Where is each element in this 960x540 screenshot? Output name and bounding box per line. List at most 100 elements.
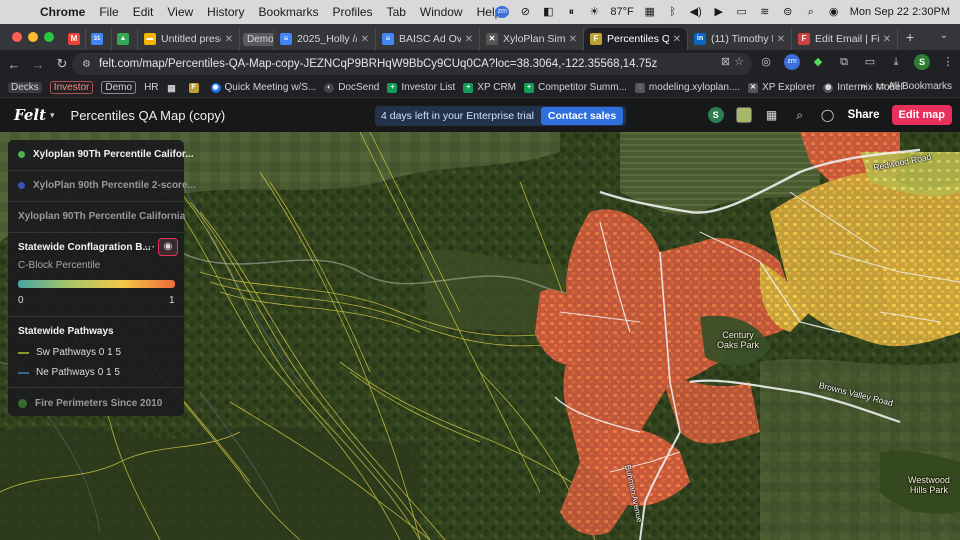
tab-untitled-presentation[interactable]: ▬ Untitled presenta ✕ bbox=[138, 28, 240, 50]
comment-icon[interactable]: ◯ bbox=[820, 107, 836, 123]
more-bookmarks-icon[interactable]: » bbox=[861, 81, 867, 92]
address-bar[interactable]: ⚙ felt.com/map/Percentiles-QA-Map-copy-J… bbox=[72, 53, 752, 75]
search-icon[interactable]: ⌕ bbox=[804, 6, 818, 18]
bookmark-label: Investor List bbox=[401, 82, 456, 93]
table-icon[interactable]: ▦ bbox=[764, 107, 780, 123]
legend-layer-xyloplan-california[interactable]: Xyloplan 90Th Percentile California bbox=[18, 211, 185, 222]
bookmark-felt[interactable]: F bbox=[188, 82, 203, 93]
map-title[interactable]: Percentiles QA Map (copy) bbox=[71, 108, 226, 123]
grid-icon[interactable]: ▦ bbox=[643, 6, 657, 18]
menubar-datetime[interactable]: Mon Sep 22 2:30PM bbox=[850, 6, 950, 18]
extension-ring-icon[interactable]: ◎ bbox=[758, 54, 774, 70]
extensions-puzzle-icon[interactable]: ⧉ bbox=[836, 54, 852, 70]
site-info-icon[interactable]: ⚙ bbox=[82, 59, 91, 70]
legend-layer-conflagration[interactable]: Statewide Conflagration B... bbox=[18, 242, 151, 253]
legend-item-ne-pathways[interactable]: Ne Pathways 0 1 5 bbox=[18, 367, 120, 378]
siri-icon[interactable]: ◉ bbox=[827, 6, 841, 18]
tab-baisc-ad[interactable]: ≡ BAISC Ad Overv ✕ bbox=[376, 28, 480, 50]
bookmark-decks[interactable]: Decks bbox=[8, 82, 42, 93]
close-tab-icon[interactable]: ✕ bbox=[361, 34, 369, 45]
extension-zoom-icon[interactable]: zm bbox=[784, 54, 800, 70]
menu-app-name[interactable]: Chrome bbox=[40, 5, 85, 19]
bookmark-modeling[interactable]: ◌ modeling.xyloplan.... bbox=[634, 82, 740, 93]
forward-icon[interactable]: → bbox=[28, 57, 48, 72]
extension-green-icon[interactable]: ◆ bbox=[810, 54, 826, 70]
maximize-window-icon[interactable] bbox=[44, 32, 54, 42]
weather-temp[interactable]: 87°F bbox=[610, 6, 633, 18]
legend-item-sw-pathways[interactable]: Sw Pathways 0 1 5 bbox=[18, 347, 121, 358]
bookmark-xp-crm[interactable]: + XP CRM bbox=[463, 82, 516, 93]
bookmark-competitor[interactable]: + Competitor Summ... bbox=[524, 82, 627, 93]
battery-icon[interactable]: ▭ bbox=[735, 6, 749, 18]
wifi-icon[interactable]: ≋ bbox=[758, 6, 772, 18]
close-tab-icon[interactable]: ✕ bbox=[883, 34, 891, 45]
minimize-window-icon[interactable] bbox=[28, 32, 38, 42]
bag-icon[interactable]: ◧ bbox=[541, 6, 555, 18]
bookmark-investor-list[interactable]: + Investor List bbox=[387, 82, 455, 93]
back-icon[interactable]: ← bbox=[4, 57, 24, 72]
legend-group-pathways[interactable]: Statewide Pathways bbox=[18, 326, 114, 337]
slash-icon[interactable]: ⊘ bbox=[518, 6, 532, 18]
close-tab-icon[interactable]: ✕ bbox=[777, 34, 785, 45]
close-tab-icon[interactable]: ✕ bbox=[673, 34, 681, 45]
collaborator-avatar[interactable]: S bbox=[707, 107, 724, 123]
share-button[interactable]: Share bbox=[848, 109, 880, 121]
reload-icon[interactable]: ↻ bbox=[52, 56, 72, 72]
more-options-icon[interactable]: ⋯ bbox=[144, 240, 155, 253]
all-bookmarks[interactable]: ▭ All Bookmarks bbox=[876, 81, 952, 92]
tab-group-demo[interactable]: Demo bbox=[240, 28, 274, 50]
legend-layer-xyloplan-90th-california[interactable]: Xyloplan 90Th Percentile Califor... bbox=[18, 149, 194, 160]
bookmark-docsend[interactable]: ◐ DocSend bbox=[324, 82, 379, 93]
download-icon[interactable]: ⤓ bbox=[888, 54, 904, 70]
legend-layer-xyloplan-2-score[interactable]: XyloPlan 90th Percentile 2-score... bbox=[18, 180, 196, 191]
tab-xyloplan-sim[interactable]: ✕ XyloPlan Simula ✕ bbox=[480, 28, 584, 50]
menu-file[interactable]: File bbox=[99, 5, 118, 19]
url-text[interactable]: felt.com/map/Percentiles-QA-Map-copy-JEZ… bbox=[99, 58, 657, 70]
pause-icon[interactable]: ⏸ bbox=[564, 6, 578, 18]
no-tracking-icon[interactable]: ⊠ bbox=[721, 55, 730, 68]
bookmark-investor[interactable]: Investor bbox=[49, 81, 94, 94]
edit-map-button[interactable]: Edit map bbox=[891, 105, 952, 125]
menu-view[interactable]: View bbox=[167, 5, 193, 19]
chevron-down-icon[interactable]: ▾ bbox=[50, 110, 55, 121]
tab-drive[interactable]: ▲ bbox=[112, 28, 138, 50]
menu-window[interactable]: Window bbox=[420, 5, 463, 19]
tab-timothy[interactable]: in (11) Timothy Me ✕ bbox=[688, 28, 792, 50]
legend-layer-fire-perimeters[interactable]: Fire Perimeters Since 2010 bbox=[18, 398, 162, 409]
eye-icon[interactable]: ◉ bbox=[158, 238, 178, 256]
menu-edit[interactable]: Edit bbox=[133, 5, 154, 19]
profile-avatar[interactable]: S bbox=[914, 54, 930, 70]
zoom-icon[interactable]: zm bbox=[495, 6, 510, 18]
control-center-icon[interactable]: ⊜ bbox=[781, 6, 795, 18]
close-tab-icon[interactable]: ✕ bbox=[569, 34, 577, 45]
contact-sales-button[interactable]: Contact sales bbox=[540, 107, 624, 125]
chrome-menu-icon[interactable]: ⋮ bbox=[940, 54, 956, 70]
menu-profiles[interactable]: Profiles bbox=[333, 5, 373, 19]
volume-icon[interactable]: ◀) bbox=[689, 6, 703, 18]
play-icon[interactable]: ▶ bbox=[712, 6, 726, 18]
tab-calendar[interactable]: 31 bbox=[86, 28, 112, 50]
basemap-thumbnail[interactable] bbox=[735, 107, 752, 123]
bookmark-xp-explorer[interactable]: ✕ XP Explorer bbox=[748, 82, 815, 93]
tab-edit-email[interactable]: F Edit Email | Fire ✕ bbox=[792, 28, 898, 50]
bookmark-apps[interactable]: ▦ bbox=[167, 83, 181, 93]
bluetooth-icon[interactable]: ᛒ bbox=[666, 6, 680, 18]
sidepanel-icon[interactable]: ▭ bbox=[862, 54, 878, 70]
menu-bookmarks[interactable]: Bookmarks bbox=[259, 5, 319, 19]
tab-search-icon[interactable]: ⌄ bbox=[940, 30, 948, 41]
close-tab-icon[interactable]: ✕ bbox=[225, 34, 233, 45]
tab-2025-holly[interactable]: ≡ 2025_Holly // So ✕ bbox=[274, 28, 376, 50]
felt-logo[interactable]: Felt bbox=[14, 106, 46, 124]
bookmark-demo[interactable]: Demo bbox=[101, 81, 137, 94]
search-icon[interactable]: ⌕ bbox=[792, 107, 808, 123]
close-window-icon[interactable] bbox=[12, 32, 22, 42]
tab-percentiles-qa[interactable]: F Percentiles QA M ✕ bbox=[584, 28, 688, 50]
bookmark-star-icon[interactable]: ☆ bbox=[734, 55, 744, 68]
menu-history[interactable]: History bbox=[207, 5, 244, 19]
bookmark-hr[interactable]: HR bbox=[144, 82, 158, 93]
menu-tab[interactable]: Tab bbox=[387, 5, 406, 19]
bookmark-quick-meeting[interactable]: ◉ Quick Meeting w/S... bbox=[210, 82, 316, 93]
close-tab-icon[interactable]: ✕ bbox=[465, 34, 473, 45]
new-tab-icon[interactable]: + bbox=[906, 29, 914, 45]
tab-gmail[interactable]: M bbox=[64, 28, 86, 50]
